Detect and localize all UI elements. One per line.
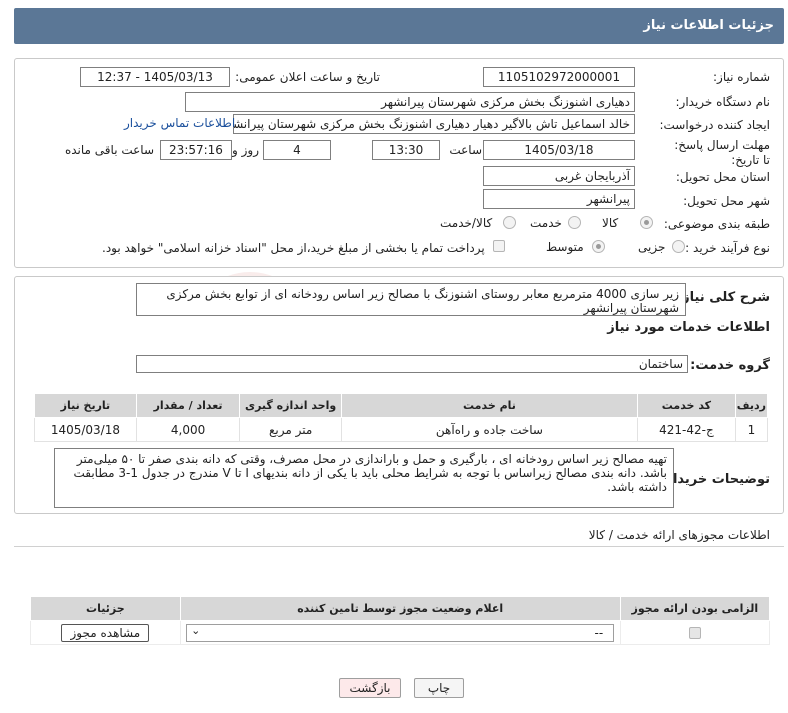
process-option-minor: جزیی	[638, 240, 666, 254]
permits-divider	[14, 546, 784, 547]
permits-table-header: الزامی بودن ارائه مجوز اعلام وضعیت مجوز …	[30, 596, 771, 621]
buyer-field: دهیاری اشنوزنگ بخش مرکزی شهرستان پیرانشه…	[185, 92, 635, 112]
deadline-time-label: ساعت	[449, 143, 482, 157]
days-label: روز و	[232, 143, 259, 157]
col-quantity: تعداد / مقدار	[135, 393, 241, 418]
service-group-label: گروه خدمت:	[690, 358, 770, 373]
treasury-payment-note: پرداخت تمام یا بخشی از مبلغ خرید،از محل …	[102, 241, 485, 255]
process-radio-minor[interactable]	[672, 240, 685, 253]
treasury-payment-checkbox[interactable]	[493, 240, 505, 252]
category-radio-service[interactable]	[568, 216, 581, 229]
province-label: استان محل تحویل:	[675, 170, 770, 184]
announce-datetime-field: 1405/03/13 - 12:37	[80, 67, 230, 87]
page-header: جزئیات اطلاعات نیاز	[14, 8, 784, 44]
process-type-label: نوع فرآیند خرید :	[685, 241, 770, 255]
requester-field: خالد اسماعیل تاش بالاگیر دهیار دهیاری اش…	[233, 114, 635, 134]
buyer-notes-text: تهیه مصالح زیر اساس رودخانه ای ، بارگیری…	[54, 448, 674, 508]
deadline-time-field: 13:30	[372, 140, 440, 160]
province-field: آذربایجان غربی	[483, 166, 635, 186]
category-label: طبقه بندی موضوعی:	[663, 217, 770, 231]
permit-status-select[interactable]: -- ⌄	[186, 623, 615, 642]
cell-service-code: ج-42-421	[637, 417, 736, 442]
table-row: 1 ج-42-421 ساخت جاده و راه‌آهن متر مربع …	[34, 417, 769, 442]
category-option-service: خدمت	[530, 216, 562, 230]
permit-required-checkbox[interactable]	[688, 627, 701, 639]
city-field: پیرانشهر	[483, 189, 635, 209]
col-service-code: کد خدمت	[637, 393, 736, 418]
page-title: جزئیات اطلاعات نیاز	[643, 18, 774, 33]
category-radio-goods[interactable]	[640, 216, 653, 229]
need-summary-text: زیر سازی 4000 مترمربع معابر روستای اشنوز…	[136, 283, 686, 316]
category-option-goods-service: کالا/خدمت	[440, 216, 493, 230]
col-permit-details: جزئیات	[30, 596, 181, 621]
remaining-label: ساعت باقی مانده	[64, 143, 154, 157]
col-need-date: تاریخ نیاز	[34, 393, 137, 418]
services-table: ردیف کد خدمت نام خدمت واحد اندازه گیری ت…	[34, 393, 769, 442]
service-group-field: ساختمان	[136, 355, 688, 373]
cell-permit-status: -- ⌄	[179, 620, 621, 645]
print-button[interactable]: چاپ	[414, 678, 464, 698]
permit-status-value: --	[594, 625, 604, 640]
cell-permit-required	[619, 620, 771, 645]
permits-title: اطلاعات مجوزهای ارائه خدمت / کالا	[588, 528, 770, 542]
table-row: -- ⌄ مشاهده مجوز	[30, 620, 771, 645]
deadline-label: مهلت ارسال پاسخ: تا تاریخ:	[674, 138, 770, 167]
col-service-name: نام خدمت	[340, 393, 639, 418]
announce-label: تاریخ و ساعت اعلان عمومی:	[235, 70, 380, 84]
view-permit-button[interactable]: مشاهده مجوز	[61, 623, 150, 642]
category-radio-goods-service[interactable]	[503, 216, 516, 229]
col-row: ردیف	[734, 393, 769, 418]
need-number-label: شماره نیاز:	[713, 70, 770, 84]
process-option-medium: متوسط	[546, 240, 584, 254]
col-permit-status: اعلام وضعیت مجوز توسط تامین کننده	[179, 596, 621, 621]
requester-label: ایجاد کننده درخواست:	[659, 118, 770, 132]
remaining-time-field: 23:57:16	[160, 140, 232, 160]
col-permit-required: الزامی بودن ارائه مجوز	[619, 596, 771, 621]
services-table-header: ردیف کد خدمت نام خدمت واحد اندازه گیری ت…	[34, 393, 769, 418]
days-remaining-field: 4	[263, 140, 331, 160]
chevron-down-icon: ⌄	[191, 623, 201, 637]
cell-unit: متر مربع	[239, 417, 342, 442]
cell-service-name: ساخت جاده و راه‌آهن	[340, 417, 639, 442]
buyer-label: نام دستگاه خریدار:	[675, 95, 771, 109]
back-button[interactable]: بازگشت	[339, 678, 401, 698]
need-info-section	[14, 58, 784, 268]
buyer-notes-label: توضیحات خریدار:	[660, 472, 770, 487]
services-title: اطلاعات خدمات مورد نیاز	[607, 320, 770, 335]
col-unit: واحد اندازه گیری	[239, 393, 342, 418]
need-summary-label: شرح کلی نیاز:	[676, 290, 770, 305]
deadline-date-field: 1405/03/18	[483, 140, 635, 160]
process-radio-medium[interactable]	[592, 240, 605, 253]
cell-quantity: 4,000	[135, 417, 241, 442]
category-option-goods: کالا	[602, 216, 619, 230]
cell-need-date: 1405/03/18	[34, 417, 137, 442]
permits-table: الزامی بودن ارائه مجوز اعلام وضعیت مجوز …	[30, 596, 771, 645]
need-number-field: 1105102972000001	[483, 67, 635, 87]
buyer-contact-link[interactable]: اطلاعات تماس خریدار	[124, 116, 235, 130]
city-label: شهر محل تحویل:	[683, 194, 770, 208]
cell-row: 1	[734, 417, 769, 442]
cell-permit-details: مشاهده مجوز	[30, 620, 181, 645]
